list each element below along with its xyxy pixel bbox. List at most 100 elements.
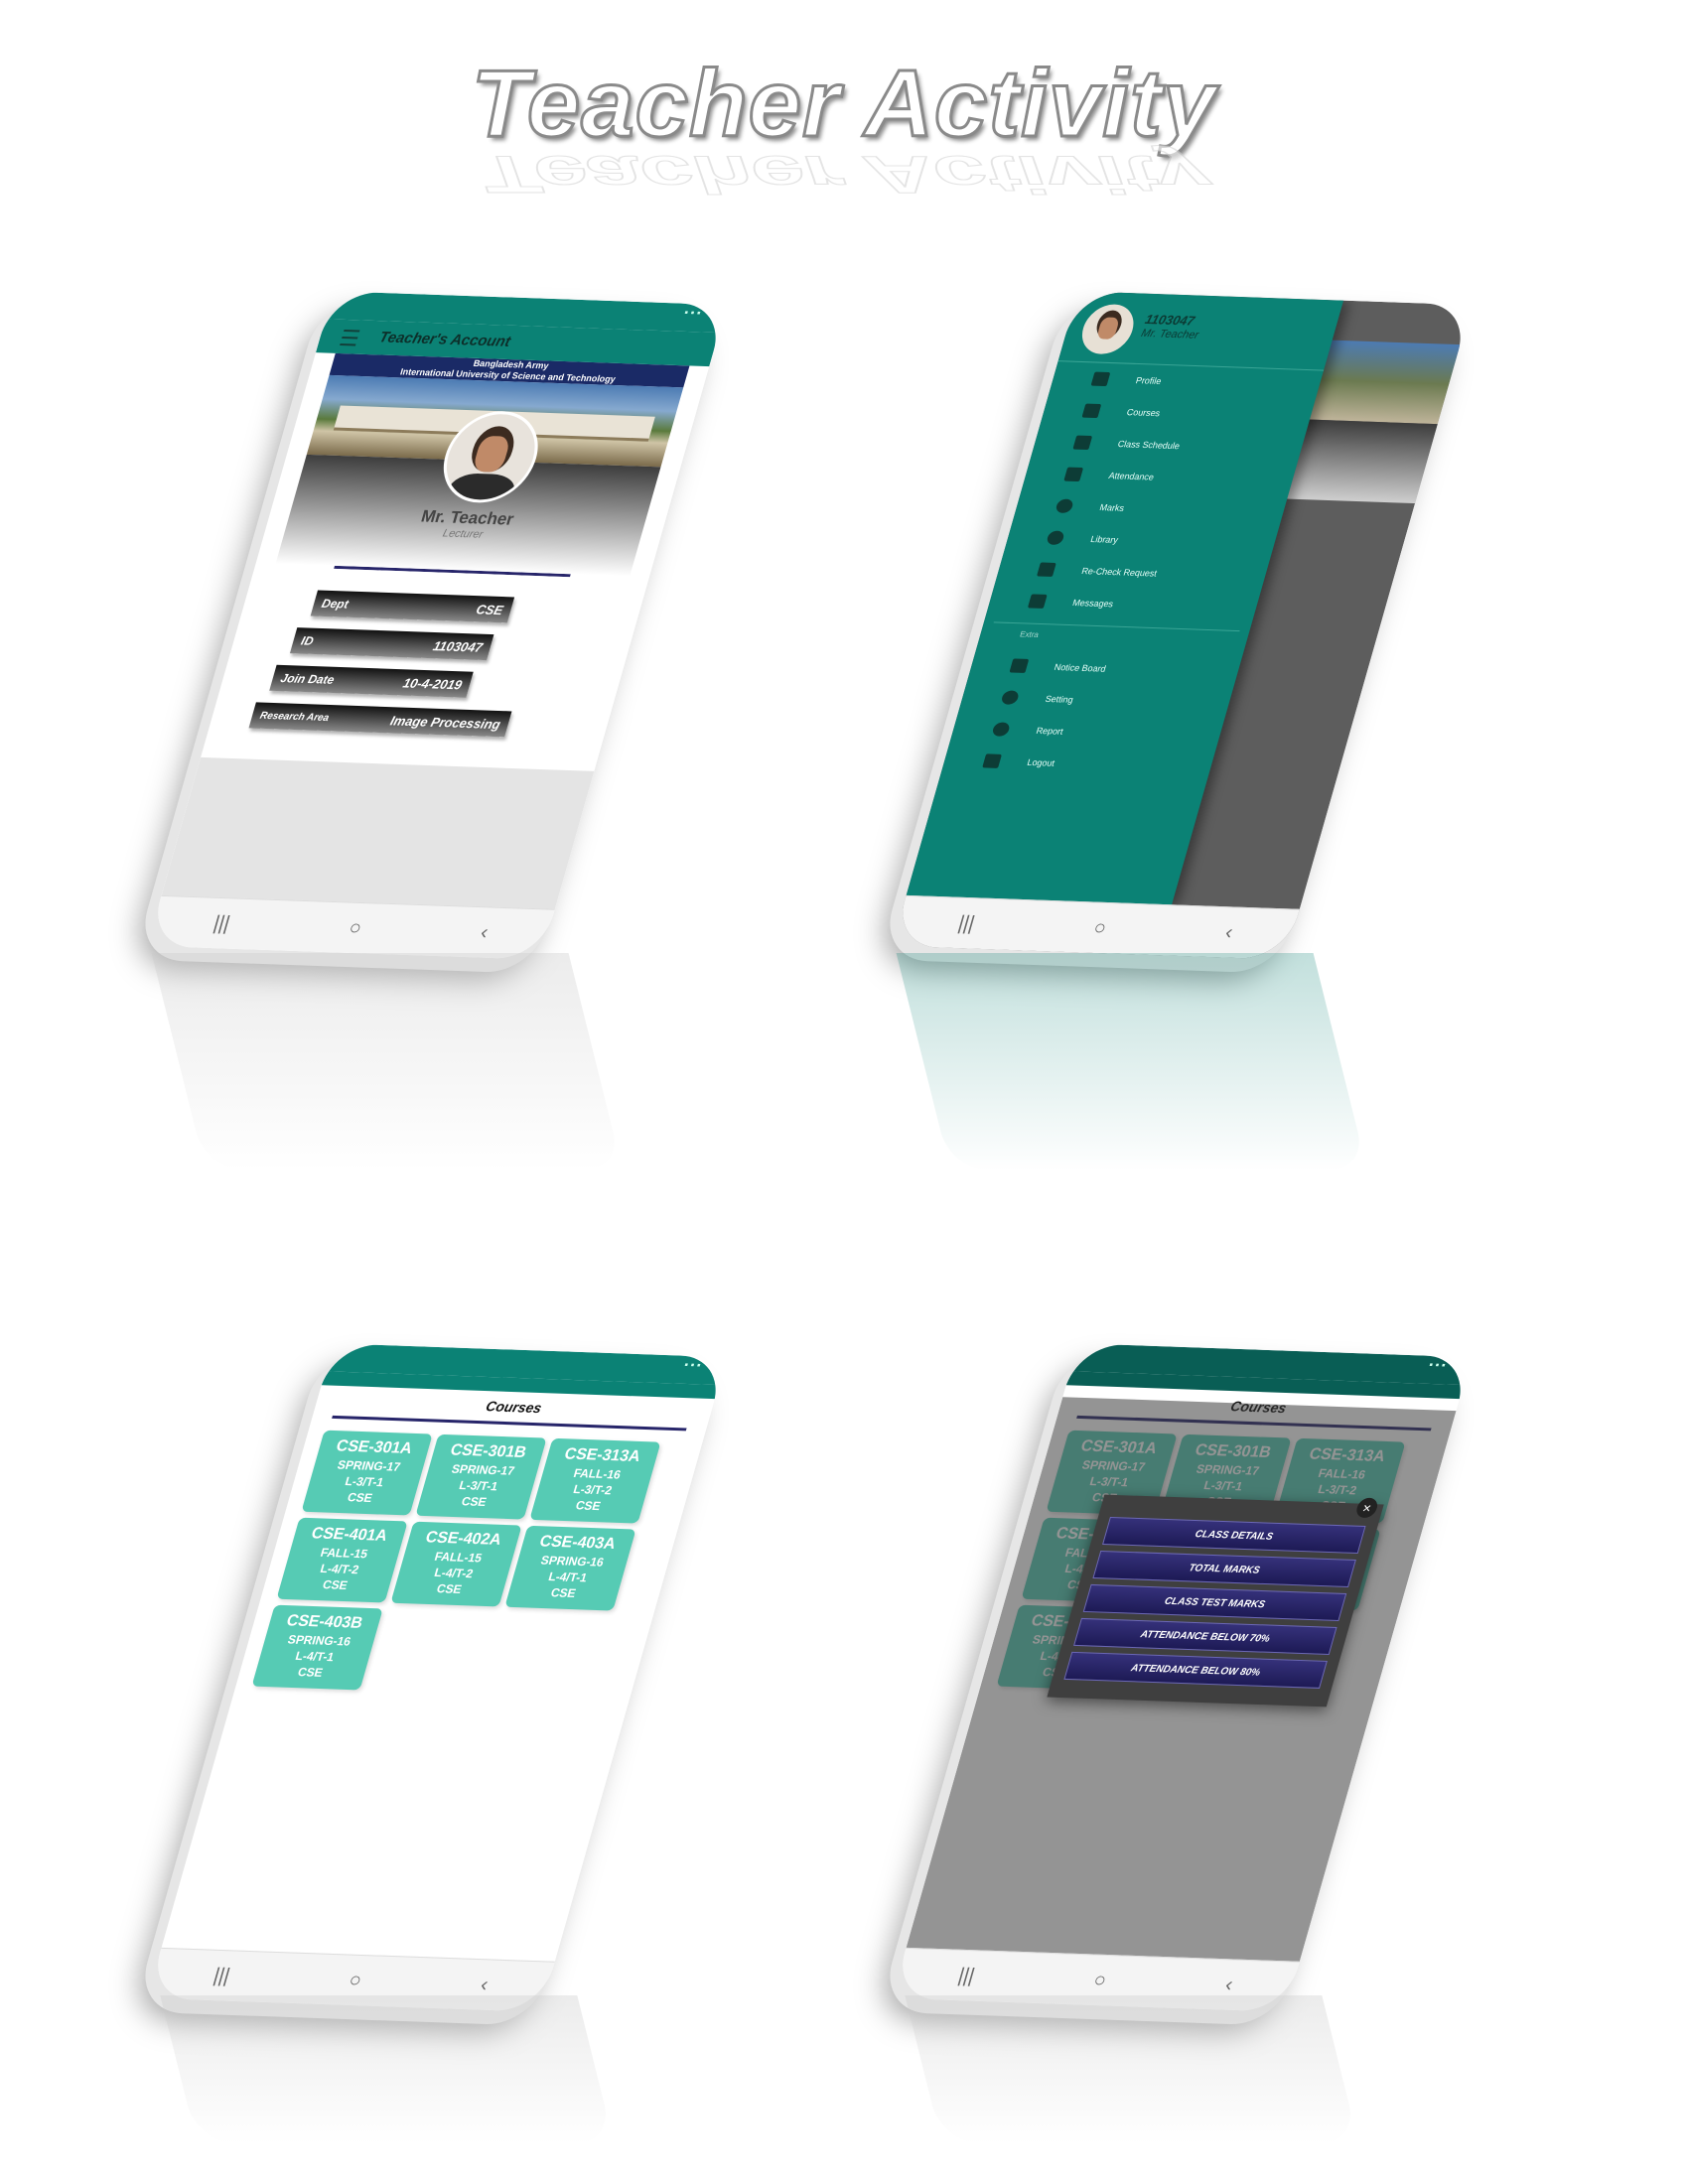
attendance-icon [1063,467,1084,482]
menu-icon[interactable] [340,329,360,346]
course-card[interactable]: CSE-403BSPRING-16L-4/T-1CSE [251,1604,383,1691]
profile-screen: ▪ ▪ ▪ Teacher's Account Bangladesh Army … [147,291,727,960]
course-dept: CSE [574,1498,603,1514]
field-dept: Dept CSE [310,590,515,623]
course-code: CSE-313A [562,1445,642,1466]
courses-icon [1081,403,1102,419]
course-grid: CSE-301ASPRING-17L-3/T-1CSE CSE-301BSPRI… [232,1418,705,1711]
phone-course-dialog: ▪ ▪ ▪ Courses CSE-301ASPRING-17L-3/T-1CS… [892,1343,1472,2045]
phone-profile: ▪ ▪ ▪ Teacher's Account Bangladesh Army … [147,291,727,993]
field-id: ID 1103047 [289,627,494,661]
library-icon [1046,530,1065,546]
page-title: Teacher Activity [470,50,1217,159]
course-code: CSE-301B [448,1441,529,1462]
courses-screen: ▪ ▪ ▪ Courses CSE-301A SPRING-17 L-3/T-1 CS… [147,1343,727,2012]
phone-reflection [905,1995,1359,2144]
profile-header: Mr. Teacher Lecturer [275,409,661,577]
field-value: CSE [474,601,505,617]
drawer-item-label: Courses [1125,407,1162,419]
total-marks-button[interactable]: TOTAL MARKS [1092,1550,1356,1588]
app-bar-title: Teacher's Account [376,329,513,350]
logout-icon [982,753,1002,768]
drawer-item-label: Attendance [1107,471,1156,482]
recent-apps-icon[interactable]: ||| [955,911,978,935]
back-icon[interactable]: ‹ [478,921,492,944]
back-icon[interactable]: ‹ [478,1974,492,1996]
calendar-icon [1072,435,1093,451]
back-icon[interactable]: ‹ [1222,1974,1236,1996]
recent-apps-icon[interactable]: ||| [211,1964,233,1987]
course-dept: CSE [435,1581,464,1597]
course-dept: CSE [549,1585,578,1601]
recent-apps-icon[interactable]: ||| [211,911,233,935]
home-icon[interactable]: ○ [347,916,364,939]
class-details-button[interactable]: CLASS DETAILS [1102,1516,1366,1555]
marks-icon [1055,498,1074,514]
drawer-item-label: Report [1035,725,1065,737]
course-card[interactable]: CSE-401AFALL-15L-4/T-2CSE [276,1517,408,1603]
empty-area [161,756,595,910]
field-value: 10-4-2019 [401,674,465,692]
phone-reflection [896,953,1368,1171]
field-label: Join Date [278,671,337,687]
drawer-item-label: Re-Check Request [1080,565,1159,579]
phone-reflection [160,1995,615,2144]
back-icon[interactable]: ‹ [1222,921,1236,944]
course-card[interactable]: CSE-402AFALL-15L-4/T-2CSE [390,1521,522,1607]
title-area: Teacher Activity Teacher Activity [0,40,1688,208]
course-card[interactable]: CSE-313AFALL-16L-3/T-2CSE [529,1437,661,1524]
recheck-icon [1036,562,1056,578]
notice-board-icon [1009,658,1030,673]
course-dept: CSE [296,1665,325,1680]
drawer-item-label: Class Schedule [1116,439,1182,452]
drawer-item-label: Library [1089,534,1120,545]
field-value: Image Processing [388,712,503,732]
avatar [1075,303,1140,355]
course-dept: CSE [346,1490,374,1506]
course-code: CSE-401A [309,1525,390,1545]
attendance-below-80-button[interactable]: ATTENDANCE BELOW 80% [1063,1651,1328,1689]
field-label: Research Area [258,710,331,724]
drawer-user-id: 1103047 [1143,311,1196,329]
course-card[interactable]: CSE-301BSPRING-17L-3/T-1CSE [415,1433,547,1520]
recent-apps-icon[interactable]: ||| [955,1964,978,1987]
profile-icon [1090,371,1111,387]
drawer-item-label: Setting [1044,693,1075,705]
field-join-date: Join Date 10-4-2019 [269,664,474,698]
home-icon[interactable]: ○ [1091,916,1109,939]
course-code: CSE-402A [423,1529,504,1549]
drawer-item-label: Messages [1071,597,1115,610]
phone-courses: ▪ ▪ ▪ Courses CSE-301A SPRING-17 L-3/T-1 CS… [147,1343,727,2045]
course-dialog-screen: ▪ ▪ ▪ Courses CSE-301ASPRING-17L-3/T-1CS… [892,1343,1472,2012]
drawer-item-label: Notice Board [1053,661,1107,674]
home-icon[interactable]: ○ [1091,1969,1109,1991]
drawer-item-label: Marks [1098,502,1126,513]
page-title-reflection: Teacher Activity [479,144,1209,204]
drawer-item-label: Logout [1026,756,1056,768]
home-icon[interactable]: ○ [347,1969,364,1991]
field-research-area: Research Area Image Processing [248,702,512,738]
course-code: CSE-301A [334,1437,415,1457]
profile-info: Dept CSE ID 1103047 Join Date 10-4-2019 … [231,567,620,765]
phone-reflection [151,953,624,1171]
field-label: ID [299,633,316,648]
course-code: CSE-403B [284,1612,365,1632]
attendance-below-70-button[interactable]: ATTENDANCE BELOW 70% [1073,1617,1337,1655]
field-value: 1103047 [431,637,485,655]
course-dept: CSE [460,1494,489,1510]
class-test-marks-button[interactable]: CLASS TEST MARKS [1082,1583,1347,1621]
phone-drawer: 1103047 Mr. Teacher Profile Courses Clas… [892,291,1472,993]
course-code: CSE-403A [537,1533,618,1554]
drawer-user-name: Mr. Teacher [1139,327,1200,341]
person-icon [991,722,1012,737]
course-dept: CSE [321,1577,350,1592]
drawer-item-label: Profile [1134,375,1163,386]
course-card[interactable]: CSE-403ASPRING-16L-4/T-1CSE [504,1525,636,1611]
messages-icon [1027,594,1048,609]
drawer-screen: 1103047 Mr. Teacher Profile Courses Clas… [892,291,1472,960]
drawer-header: 1103047 Mr. Teacher [1057,291,1344,371]
course-card[interactable]: CSE-301ASPRING-17L-3/T-1CSE [301,1430,433,1516]
field-label: Dept [320,596,351,612]
gear-icon [1000,690,1021,705]
course-options-dialog: × CLASS DETAILS TOTAL MARKS CLASS TEST M… [1047,1494,1384,1707]
